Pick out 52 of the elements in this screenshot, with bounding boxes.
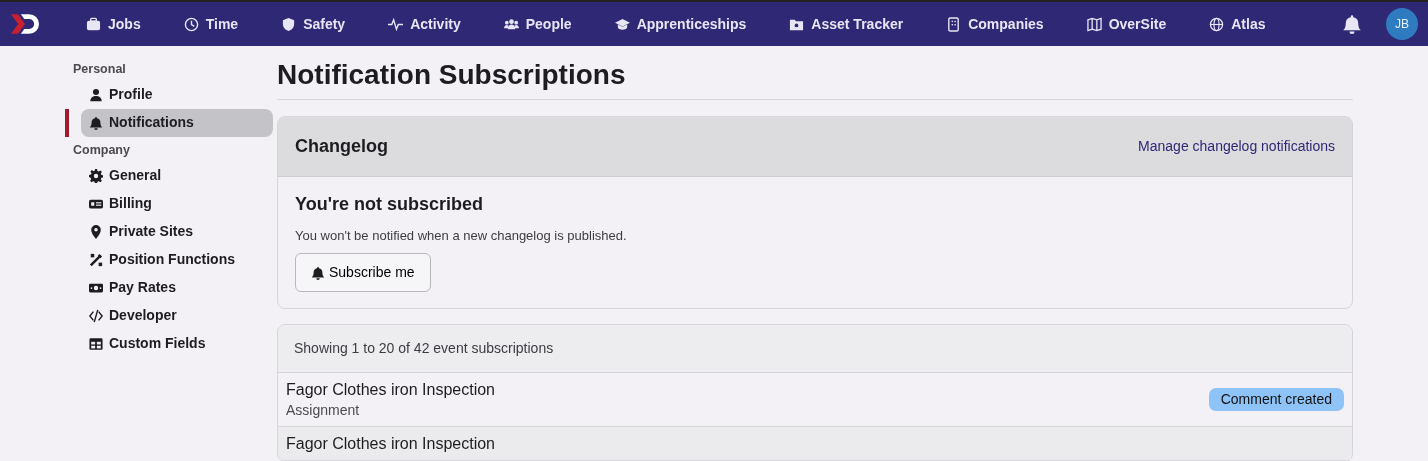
notification-bell-icon[interactable] [1342,14,1362,34]
sidebar-item[interactable]: Profile [81,80,273,109]
nav-link[interactable]: People [501,13,574,35]
subscription-title: Fagor Clothes iron Inspection [286,380,495,401]
subscribe-button[interactable]: Subscribe me [295,253,431,293]
sidebar-item[interactable]: Private Sites [81,217,273,246]
sidebar-item[interactable]: Pay Rates [81,273,273,302]
building-icon [946,16,962,32]
map-pin-icon [89,224,103,239]
nav-link[interactable]: Apprenticeships [612,13,749,35]
pulse-icon [388,16,404,32]
nav-link[interactable]: Jobs [84,13,143,35]
table-icon [89,336,103,351]
nav-link[interactable]: Atlas [1207,13,1268,35]
nav-link[interactable]: Asset Tracker [787,13,906,35]
nav-link[interactable]: Activity [386,13,463,35]
section-heading: Personal [73,61,127,78]
sidebar-item[interactable]: Custom Fields [81,329,273,358]
globe-icon [1209,16,1225,32]
people-icon [503,16,519,32]
nav-link[interactable]: Time [181,13,241,35]
nav-link[interactable]: Safety [279,13,348,35]
card-title: Changelog [295,134,388,158]
user-avatar[interactable]: JB [1386,8,1418,40]
sidebar-item[interactable]: Position Functions [81,245,273,274]
subscription-title: Fagor Clothes iron Inspection [286,433,495,454]
event-tag: Comment created [1208,388,1344,411]
shield-icon [281,16,297,32]
briefcase-icon [86,16,101,32]
subscription-status: You're not subscribed [295,192,484,216]
summary-text: Showing 1 to 20 of 42 event subscriptions [294,339,554,359]
sidebar-item[interactable]: General [81,161,273,190]
clock-icon [183,16,199,32]
subscription-type: Assignment [286,400,361,420]
page-title: Notification Subscriptions [277,60,1353,100]
nav-link[interactable]: OverSite [1084,13,1169,35]
person-icon [89,87,103,102]
map-icon [1086,16,1102,32]
bell-icon [89,115,103,130]
gear-icon [89,168,103,183]
manage-link[interactable]: Manage changelog notifications [1138,135,1335,157]
nav-link[interactable]: Companies [944,13,1046,35]
sidebar-item[interactable]: Billing [81,189,273,218]
sidebar-item[interactable]: Developer [81,301,273,330]
section-heading: Company [73,141,131,159]
subscription-row[interactable]: Fagor Clothes iron Inspection [278,426,1352,461]
tools-icon [89,252,103,267]
selection-indicator [65,108,69,137]
description-text: You won't be notified when a new changelog is published. [295,226,628,245]
graduation-cap-icon [614,16,630,32]
bell-icon [311,265,325,280]
code-icon [89,308,103,323]
